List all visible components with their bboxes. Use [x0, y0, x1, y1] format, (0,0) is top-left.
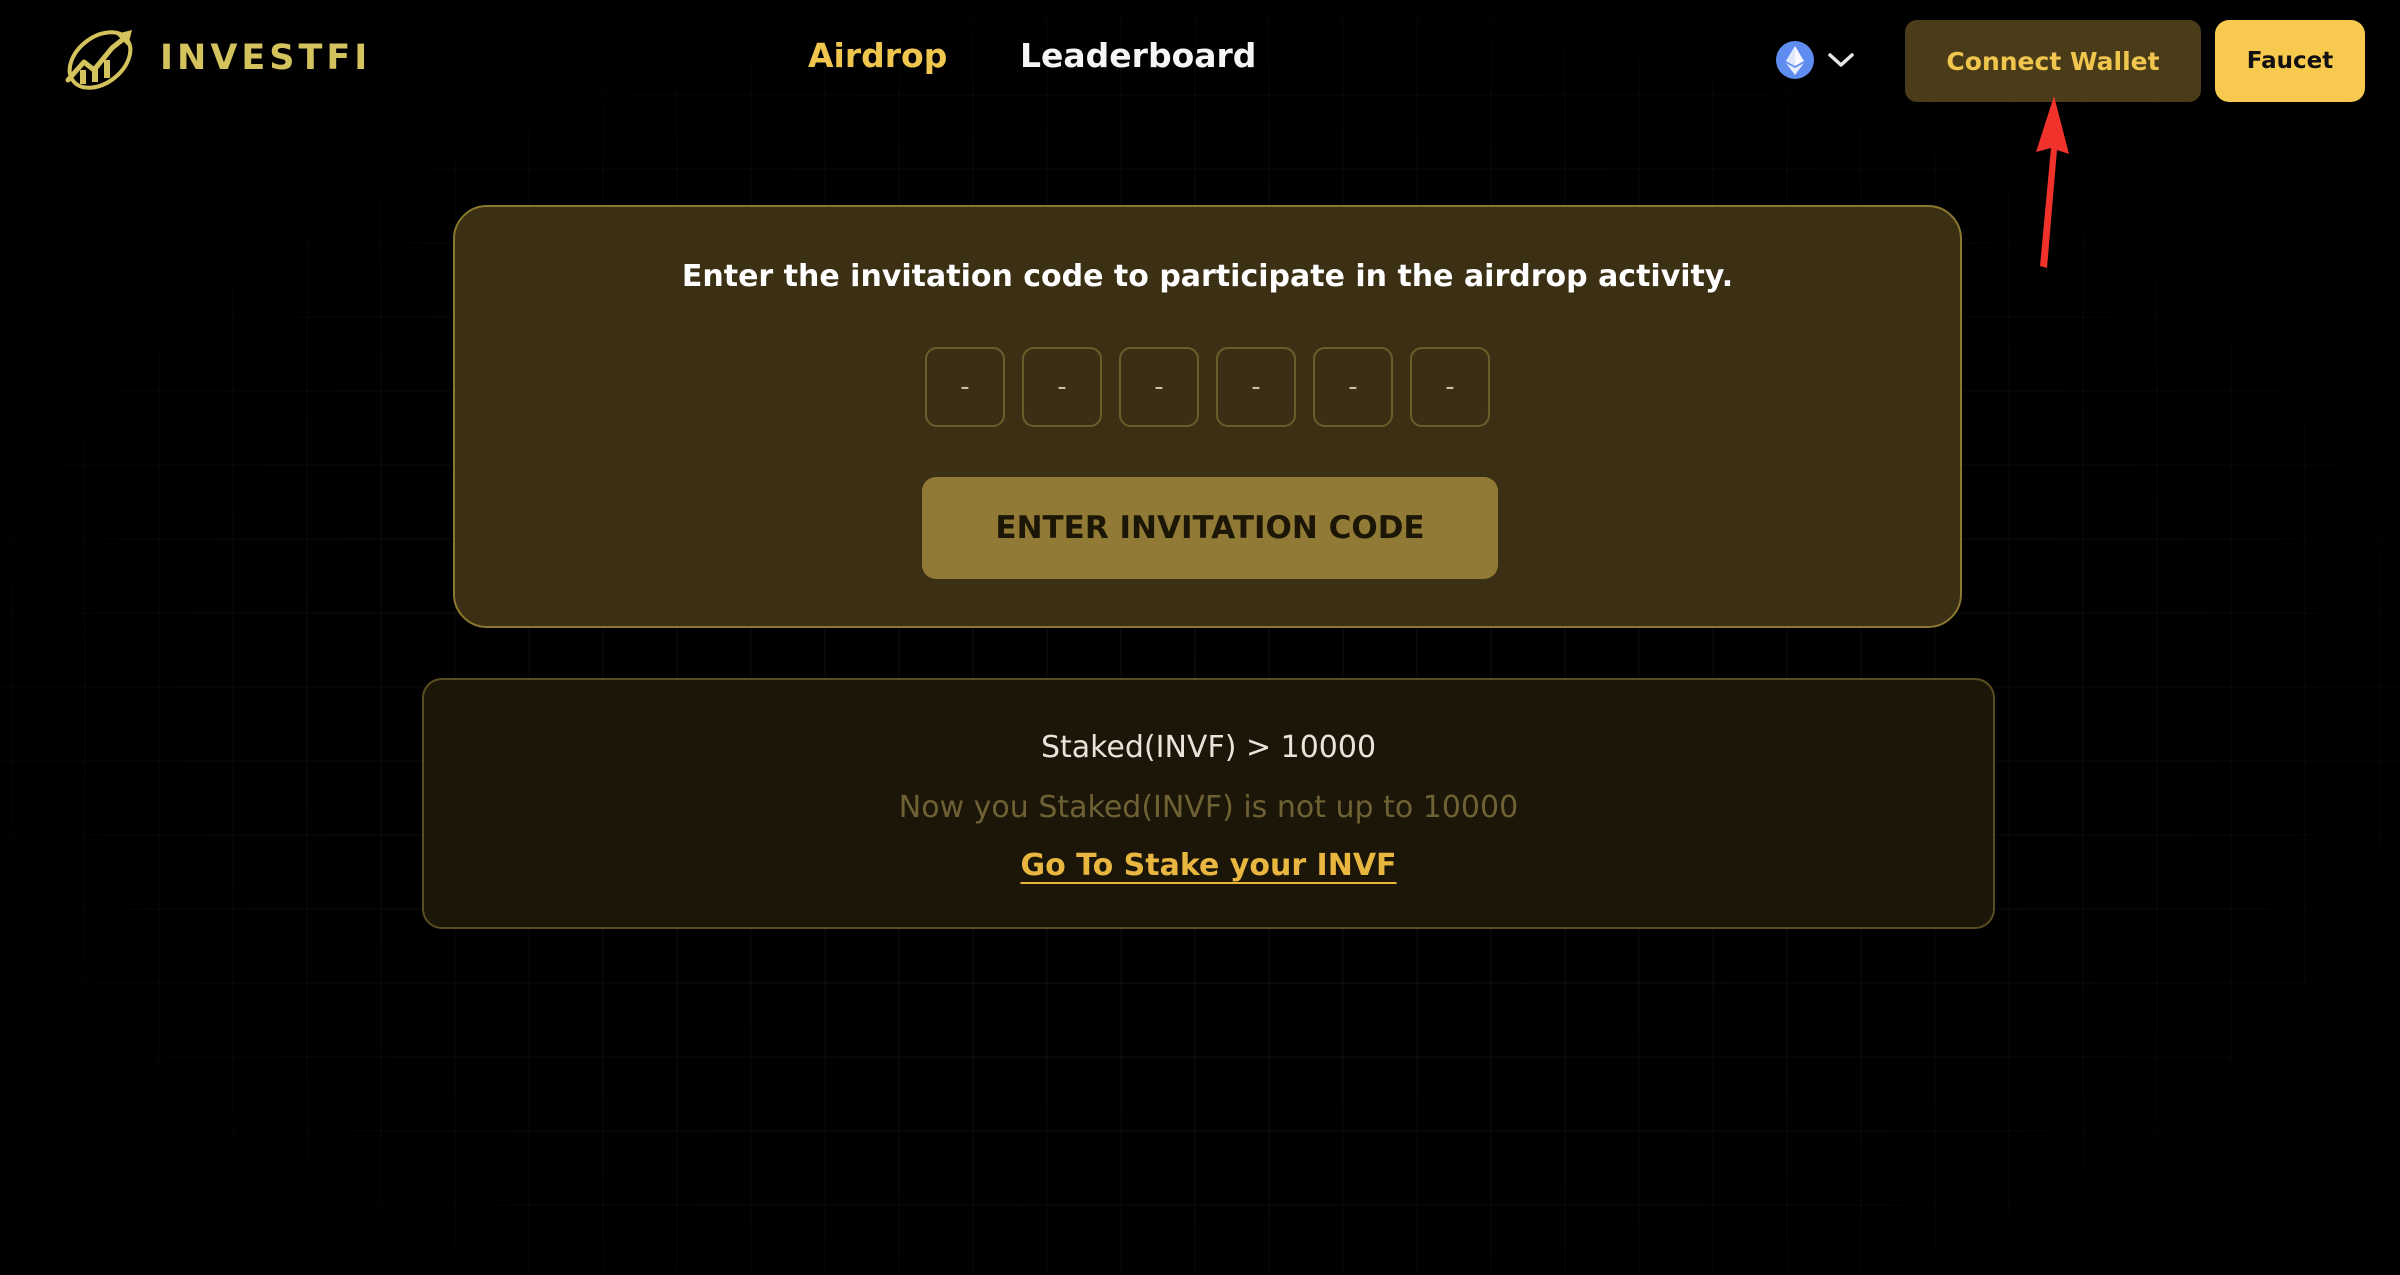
code-digit-input[interactable] [1410, 347, 1490, 427]
stake-requirement: Staked(INVF) > 10000 [1040, 730, 1377, 765]
enter-invitation-code-button[interactable]: ENTER INVITATION CODE [922, 477, 1498, 579]
stake-status: Now you Staked(INVF) is not up to 10000 [898, 790, 1519, 825]
network-selector[interactable] [1775, 40, 1855, 85]
code-digit-input[interactable] [1022, 347, 1102, 427]
code-digit-input[interactable] [1216, 347, 1296, 427]
airdrop-page: INVESTFI Airdrop Leaderboard Connect Wal… [0, 0, 2400, 1275]
stake-requirement-card: Staked(INVF) > 10000 Now you Staked(INVF… [422, 678, 1995, 929]
top-header: INVESTFI Airdrop Leaderboard Connect Wal… [0, 0, 2400, 268]
red-arrow-icon [2030, 96, 2070, 276]
code-digit-input[interactable] [1313, 347, 1393, 427]
investfi-logo-icon [60, 20, 142, 96]
chevron-down-icon [1827, 51, 1855, 74]
invitation-title: Enter the invitation code to participate… [681, 259, 1734, 294]
connect-wallet-button[interactable]: Connect Wallet [1905, 20, 2201, 102]
nav-airdrop[interactable]: Airdrop [808, 36, 947, 75]
faucet-button[interactable]: Faucet [2215, 20, 2365, 102]
go-to-stake-link[interactable]: Go To Stake your INVF [1020, 848, 1396, 883]
brand-logo[interactable]: INVESTFI [60, 18, 371, 98]
stake-link-row: Go To Stake your INVF [424, 848, 1993, 883]
invitation-card: Enter the invitation code to participate… [453, 205, 1962, 628]
code-digit-input[interactable] [925, 347, 1005, 427]
code-digit-input[interactable] [1119, 347, 1199, 427]
nav-leaderboard[interactable]: Leaderboard [1020, 36, 1256, 75]
invitation-code-inputs [925, 347, 1490, 427]
brand-name: INVESTFI [160, 38, 372, 78]
ethereum-icon [1775, 40, 1815, 85]
